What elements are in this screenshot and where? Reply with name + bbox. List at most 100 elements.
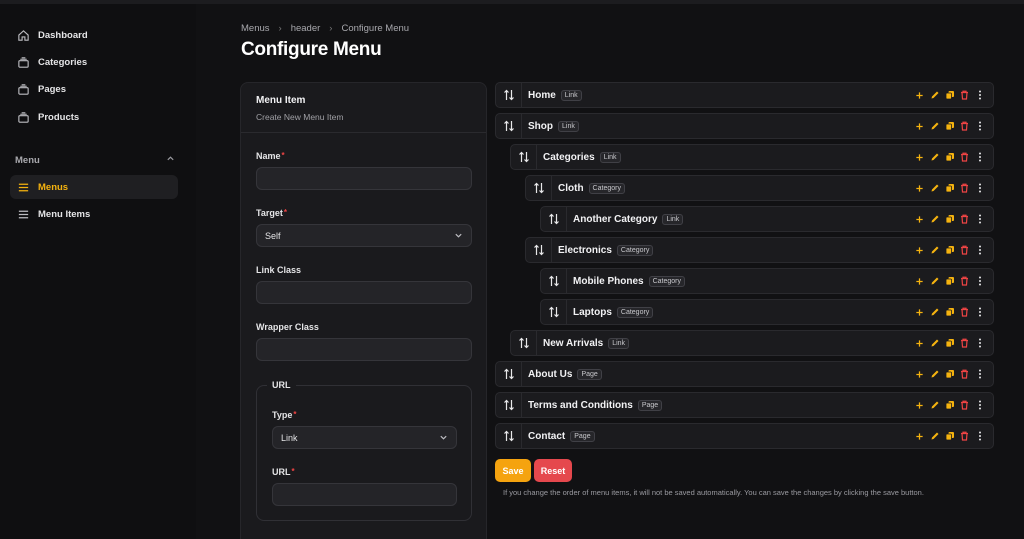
add-child-icon[interactable] — [914, 89, 925, 101]
menu-tree-row[interactable]: Categories Link — [510, 144, 994, 170]
save-button[interactable]: Save — [495, 459, 531, 482]
edit-icon[interactable] — [929, 213, 940, 225]
trash-icon[interactable] — [959, 213, 970, 225]
drag-handle-icon[interactable] — [526, 176, 552, 200]
edit-icon[interactable] — [929, 89, 940, 101]
edit-icon[interactable] — [929, 244, 940, 256]
menu-tree-row[interactable]: Mobile Phones Category — [540, 268, 994, 294]
sidebar-item-pages[interactable]: Pages — [10, 77, 178, 101]
sidebar-item-menus[interactable]: Menus — [10, 175, 178, 199]
breadcrumb-item[interactable]: Menus — [241, 23, 270, 34]
drag-handle-icon[interactable] — [496, 362, 522, 386]
wrapper-class-field[interactable] — [256, 338, 472, 361]
menu-tree-row[interactable]: Electronics Category — [525, 237, 994, 263]
menu-tree-row[interactable]: Shop Link — [495, 113, 994, 139]
duplicate-icon[interactable] — [944, 275, 955, 287]
trash-icon[interactable] — [959, 306, 970, 318]
menu-tree-row[interactable]: Terms and Conditions Page — [495, 392, 994, 418]
add-child-icon[interactable] — [914, 337, 925, 349]
trash-icon[interactable] — [959, 399, 970, 411]
trash-icon[interactable] — [959, 151, 970, 163]
drag-handle-icon[interactable] — [541, 269, 567, 293]
target-select[interactable]: Self — [256, 224, 472, 247]
edit-icon[interactable] — [929, 430, 940, 442]
url-field[interactable] — [272, 483, 457, 506]
add-child-icon[interactable] — [914, 182, 925, 194]
duplicate-icon[interactable] — [944, 430, 955, 442]
drag-handle-icon[interactable] — [541, 207, 567, 231]
trash-icon[interactable] — [959, 430, 970, 442]
duplicate-icon[interactable] — [944, 368, 955, 380]
type-select[interactable]: Link — [272, 426, 457, 449]
more-options-icon[interactable] — [974, 368, 985, 380]
trash-icon[interactable] — [959, 89, 970, 101]
more-options-icon[interactable] — [974, 306, 985, 318]
more-options-icon[interactable] — [974, 275, 985, 287]
more-options-icon[interactable] — [974, 337, 985, 349]
trash-icon[interactable] — [959, 275, 970, 287]
trash-icon[interactable] — [959, 120, 970, 132]
drag-handle-icon[interactable] — [526, 238, 552, 262]
duplicate-icon[interactable] — [944, 244, 955, 256]
sidebar-item-categories[interactable]: Categories — [10, 50, 178, 74]
more-options-icon[interactable] — [974, 182, 985, 194]
more-options-icon[interactable] — [974, 430, 985, 442]
edit-icon[interactable] — [929, 399, 940, 411]
drag-handle-icon[interactable] — [541, 300, 567, 324]
sidebar-section-menu[interactable]: Menu — [15, 154, 175, 166]
add-child-icon[interactable] — [914, 213, 925, 225]
more-options-icon[interactable] — [974, 120, 985, 132]
drag-handle-icon[interactable] — [511, 331, 537, 355]
duplicate-icon[interactable] — [944, 89, 955, 101]
duplicate-icon[interactable] — [944, 182, 955, 194]
add-child-icon[interactable] — [914, 368, 925, 380]
more-options-icon[interactable] — [974, 213, 985, 225]
menu-tree-row[interactable]: Another Category Link — [540, 206, 994, 232]
edit-icon[interactable] — [929, 275, 940, 287]
add-child-icon[interactable] — [914, 430, 925, 442]
edit-icon[interactable] — [929, 120, 940, 132]
duplicate-icon[interactable] — [944, 120, 955, 132]
edit-icon[interactable] — [929, 151, 940, 163]
add-child-icon[interactable] — [914, 275, 925, 287]
more-options-icon[interactable] — [974, 151, 985, 163]
drag-handle-icon[interactable] — [511, 145, 537, 169]
add-child-icon[interactable] — [914, 244, 925, 256]
link-class-field[interactable] — [256, 281, 472, 304]
edit-icon[interactable] — [929, 306, 940, 318]
duplicate-icon[interactable] — [944, 306, 955, 318]
add-child-icon[interactable] — [914, 151, 925, 163]
duplicate-icon[interactable] — [944, 151, 955, 163]
name-field[interactable] — [256, 167, 472, 190]
menu-tree-row[interactable]: Home Link — [495, 82, 994, 108]
trash-icon[interactable] — [959, 337, 970, 349]
trash-icon[interactable] — [959, 182, 970, 194]
breadcrumb-item[interactable]: header — [291, 23, 321, 34]
drag-handle-icon[interactable] — [496, 114, 522, 138]
add-child-icon[interactable] — [914, 399, 925, 411]
menu-tree-row[interactable]: Contact Page — [495, 423, 994, 449]
menu-tree-row[interactable]: New Arrivals Link — [510, 330, 994, 356]
add-child-icon[interactable] — [914, 120, 925, 132]
menu-tree-row[interactable]: About Us Page — [495, 361, 994, 387]
duplicate-icon[interactable] — [944, 213, 955, 225]
duplicate-icon[interactable] — [944, 399, 955, 411]
edit-icon[interactable] — [929, 337, 940, 349]
sidebar-item-menu-items[interactable]: Menu Items — [10, 202, 178, 226]
more-options-icon[interactable] — [974, 89, 985, 101]
trash-icon[interactable] — [959, 244, 970, 256]
more-options-icon[interactable] — [974, 244, 985, 256]
duplicate-icon[interactable] — [944, 337, 955, 349]
sidebar-item-products[interactable]: Products — [10, 105, 178, 129]
drag-handle-icon[interactable] — [496, 393, 522, 417]
edit-icon[interactable] — [929, 182, 940, 194]
drag-handle-icon[interactable] — [496, 424, 522, 448]
reset-button[interactable]: Reset — [534, 459, 572, 482]
edit-icon[interactable] — [929, 368, 940, 380]
drag-handle-icon[interactable] — [496, 83, 522, 107]
menu-tree-row[interactable]: Cloth Category — [525, 175, 994, 201]
sidebar-item-dashboard[interactable]: Dashboard — [10, 23, 178, 47]
add-child-icon[interactable] — [914, 306, 925, 318]
menu-tree-row[interactable]: Laptops Category — [540, 299, 994, 325]
more-options-icon[interactable] — [974, 399, 985, 411]
